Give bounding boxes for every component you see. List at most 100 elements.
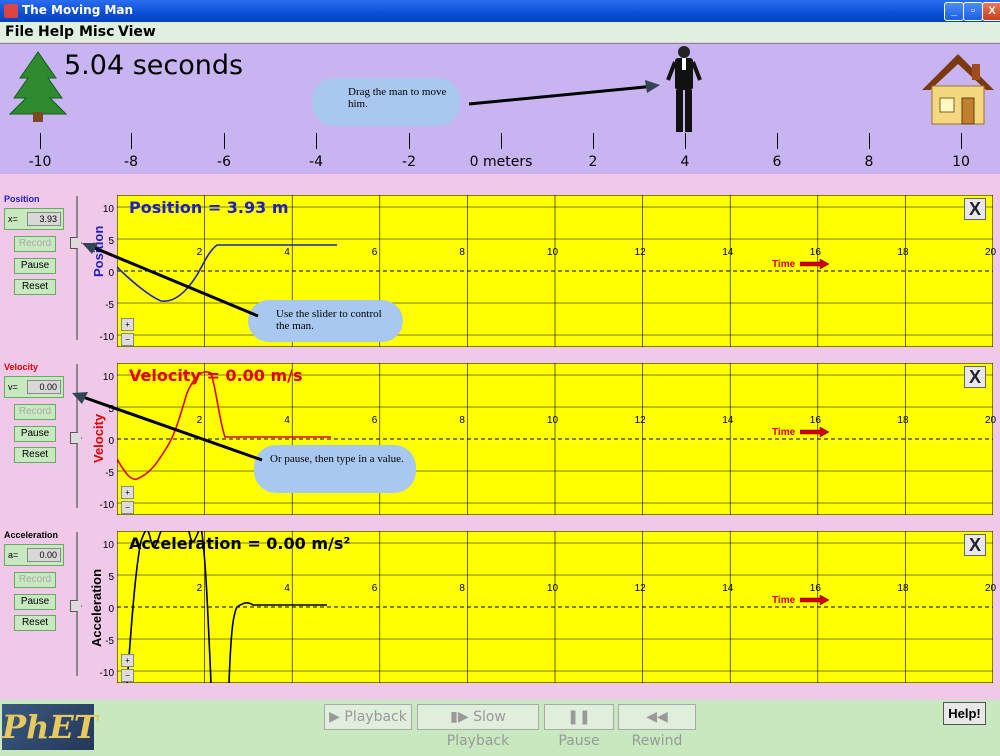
hint-typein-bubble: Or pause, then type in a value. <box>254 445 416 493</box>
acceleration-value-field[interactable]: 0.00 <box>27 548 61 562</box>
slow-playback-button[interactable]: ▮▶ Slow Playback <box>417 704 539 749</box>
phet-logo[interactable]: PhET <box>2 704 98 750</box>
ruler-tick <box>593 133 594 149</box>
position-pause-button[interactable]: Pause <box>14 258 56 274</box>
ruler-label: 8 <box>864 154 874 170</box>
velocity-x-tick: 18 <box>897 415 909 426</box>
ruler-tick <box>501 133 502 149</box>
ruler-label: 10 <box>952 154 970 170</box>
velocity-zoom-out-icon[interactable]: − <box>121 501 134 514</box>
ruler-tick <box>777 133 778 149</box>
slow-play-icon: ▮▶ <box>450 709 474 725</box>
acceleration-plot[interactable] <box>117 531 993 683</box>
ruler-label: 4 <box>680 154 690 170</box>
menu-bar: File Help Misc View <box>0 22 1000 42</box>
acceleration-reset-button[interactable]: Reset <box>14 615 56 631</box>
position-x-tick: 16 <box>809 247 821 258</box>
velocity-close-graph-button[interactable]: X <box>964 366 986 388</box>
velocity-slider-knob[interactable] <box>70 432 82 444</box>
maximize-button[interactable]: ▫ <box>963 2 983 21</box>
velocity-readout: Velocity = 0.00 m/s <box>129 366 303 385</box>
velocity-x-tick: 4 <box>284 415 290 426</box>
hint-arrow <box>468 80 660 106</box>
help-button[interactable]: Help! <box>943 702 986 725</box>
velocity-reset-button[interactable]: Reset <box>14 447 56 463</box>
pause-icon: ❚❚ <box>567 709 591 725</box>
position-x-tick: 4 <box>284 247 290 258</box>
minimize-button[interactable]: _ <box>944 2 964 21</box>
position-close-graph-button[interactable]: X <box>964 198 986 220</box>
rewind-button[interactable]: ◀◀ Rewind <box>618 704 696 749</box>
position-x-tick: 8 <box>459 247 465 258</box>
velocity-record-button[interactable]: Record <box>14 404 56 420</box>
velocity-time-arrow-icon <box>800 427 830 437</box>
velocity-pause-button[interactable]: Pause <box>14 426 56 442</box>
tree-icon <box>8 51 68 122</box>
position-zoom-in-icon[interactable]: + <box>121 318 134 331</box>
ruler-tick <box>869 133 870 149</box>
pause-playback-button[interactable]: ❚❚ Pause <box>544 704 614 749</box>
acceleration-pause-button[interactable]: Pause <box>14 594 56 610</box>
velocity-control-panel: Velocity v= 0.00 Record Pause Reset <box>0 362 82 512</box>
position-slider-track[interactable] <box>76 196 78 340</box>
acceleration-slider-knob[interactable] <box>70 600 82 612</box>
velocity-x-tick: 10 <box>547 415 559 426</box>
app-icon <box>4 4 18 18</box>
velocity-value-field[interactable]: 0.00 <box>27 380 61 394</box>
window-title: The Moving Man <box>22 3 134 17</box>
position-panel-label: Position <box>4 194 40 204</box>
position-value-prefix: x= <box>8 214 18 224</box>
position-x-tick: 6 <box>371 247 378 258</box>
position-record-button[interactable]: Record <box>14 236 56 252</box>
velocity-x-tick: 20 <box>985 415 997 426</box>
acceleration-zoom-out-icon[interactable]: − <box>121 669 134 682</box>
acceleration-x-tick: 2 <box>196 583 203 594</box>
ruler-label: -10 <box>28 154 52 170</box>
velocity-time-label: Time <box>772 427 796 438</box>
velocity-y-tick: 0 <box>108 436 114 447</box>
position-reset-button[interactable]: Reset <box>14 279 56 295</box>
moving-man[interactable] <box>664 44 704 139</box>
title-bar: The Moving Man _ ▫ X <box>0 0 1000 22</box>
velocity-x-tick: 2 <box>196 415 203 426</box>
position-y-tick: 5 <box>108 236 114 247</box>
acceleration-x-tick: 4 <box>284 583 290 594</box>
hint-drag-bubble: Drag the man to move him. <box>312 78 460 126</box>
position-x-tick: 18 <box>897 247 909 258</box>
velocity-panel-label: Velocity <box>4 362 39 372</box>
playback-button[interactable]: ▶ Playback <box>324 704 412 730</box>
velocity-x-tick: 8 <box>459 415 465 426</box>
menu-misc[interactable]: Misc <box>79 24 114 40</box>
close-window-button[interactable]: X <box>982 2 1000 21</box>
ruler-tick <box>409 133 410 149</box>
acceleration-time-arrow-icon <box>800 595 830 605</box>
menu-help[interactable]: Help <box>38 24 74 40</box>
position-y-tick: -10 <box>99 332 114 343</box>
rewind-icon: ◀◀ <box>646 709 668 725</box>
position-time-arrow-icon <box>800 259 830 269</box>
acceleration-record-button[interactable]: Record <box>14 572 56 588</box>
menu-file[interactable]: File <box>5 24 34 40</box>
play-area: 5.04 seconds Drag the man to move him. -… <box>0 43 1000 174</box>
ruler-tick <box>961 133 962 149</box>
position-readout: Position = 3.93 m <box>129 198 289 217</box>
velocity-y-tick: -10 <box>99 500 114 511</box>
ruler-label: -6 <box>217 154 231 170</box>
acceleration-close-graph-button[interactable]: X <box>964 534 986 556</box>
acceleration-y-tick: -5 <box>105 636 114 647</box>
velocity-plot[interactable] <box>117 363 993 515</box>
position-zoom-out-icon[interactable]: − <box>121 333 134 346</box>
velocity-x-tick: 14 <box>722 415 734 426</box>
position-slider-knob[interactable] <box>70 237 82 249</box>
menu-view[interactable]: View <box>118 24 156 40</box>
acceleration-zoom-in-icon[interactable]: + <box>121 654 134 667</box>
acceleration-y-tick: 10 <box>102 540 114 551</box>
position-time-label: Time <box>772 259 796 270</box>
velocity-y-tick: 5 <box>108 404 114 415</box>
position-y-tick: -5 <box>105 300 114 311</box>
velocity-zoom-in-icon[interactable]: + <box>121 486 134 499</box>
position-value-field[interactable]: 3.93 <box>27 212 61 226</box>
acceleration-value-box: a= 0.00 <box>4 544 64 566</box>
ruler-label: 0 meters <box>469 154 533 170</box>
house-icon <box>922 54 994 125</box>
